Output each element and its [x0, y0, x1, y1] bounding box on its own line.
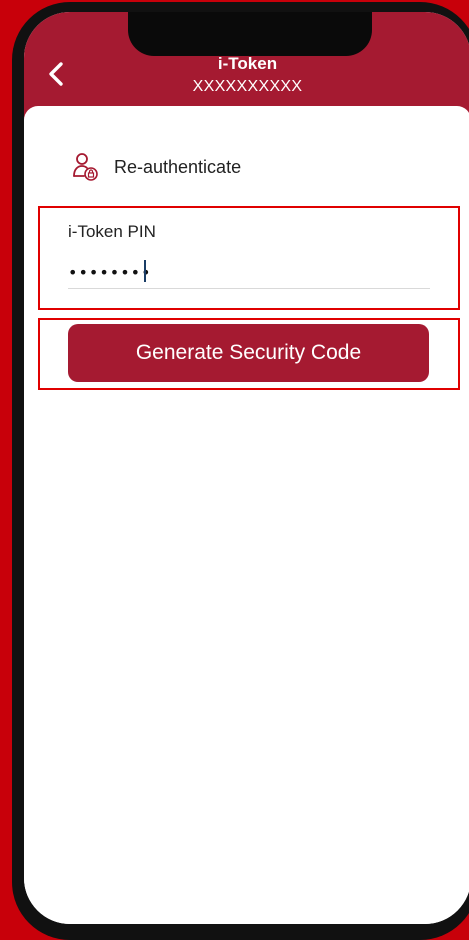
header-subtitle: XXXXXXXXXX [192, 78, 303, 95]
header-title: i-Token [217, 54, 278, 73]
main-content: Re-authenticate i-Token PIN Generate Sec… [24, 106, 469, 924]
generate-security-code-button[interactable]: Generate Security Code [68, 324, 429, 382]
app-screen: i-Token XXXXXXXXXX Re-authenticate i-Tok… [24, 12, 469, 924]
app-header: i-Token XXXXXXXXXX [24, 12, 469, 120]
user-lock-icon [73, 153, 98, 181]
pin-input[interactable] [68, 256, 430, 289]
reauth-row: Re-authenticate [72, 152, 241, 182]
device-notch [128, 12, 372, 56]
pin-field-label: i-Token PIN [68, 222, 156, 241]
text-caret [144, 260, 146, 282]
reauth-label: Re-authenticate [114, 156, 242, 177]
